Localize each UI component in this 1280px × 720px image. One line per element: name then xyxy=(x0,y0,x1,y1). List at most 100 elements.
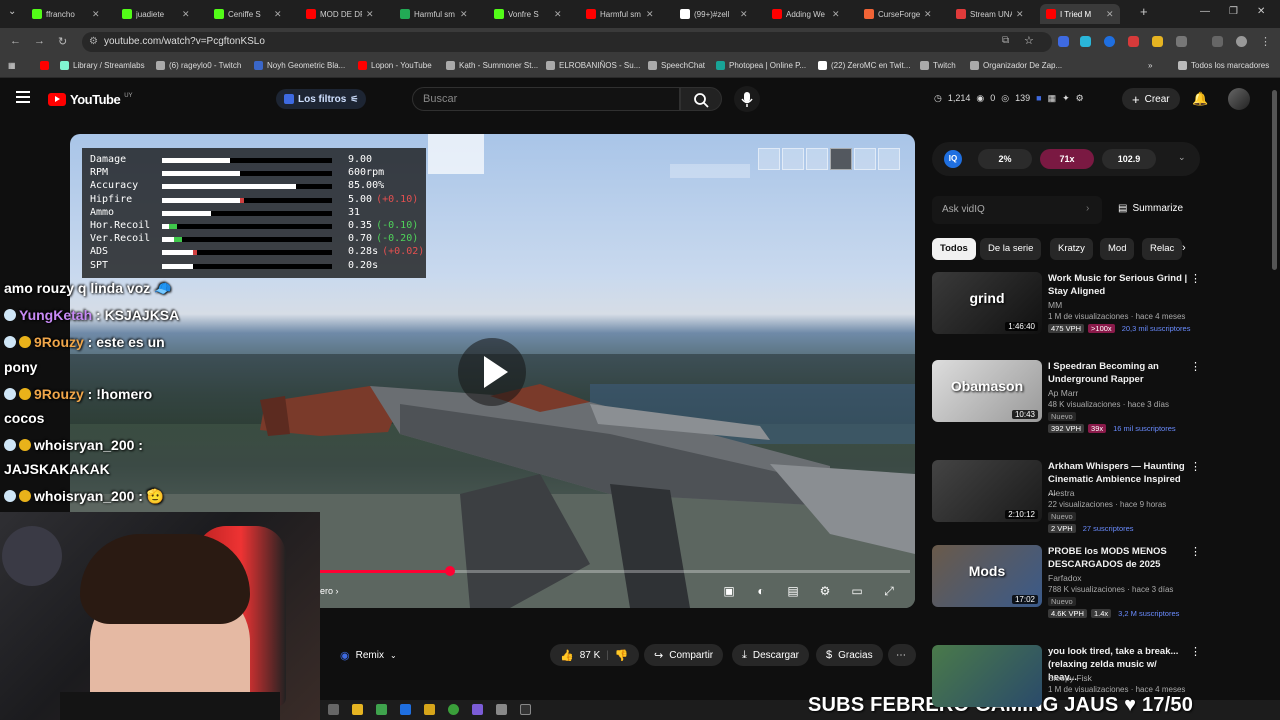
install-icon[interactable]: ⧉ xyxy=(1002,35,1009,46)
bookmark-item[interactable]: (22) ZeroMC en Twit... xyxy=(818,61,910,70)
notifications-bell-icon[interactable]: 🔔 xyxy=(1192,91,1208,107)
chevron-right-icon[interactable]: › xyxy=(1086,203,1089,214)
chevron-right-icon[interactable]: › xyxy=(1182,242,1186,254)
video-thumbnail[interactable]: 2:10:12 xyxy=(932,460,1042,522)
sidebar-toggle-icon[interactable] xyxy=(1212,36,1223,47)
like-button[interactable]: 👍 87 K | 👎 xyxy=(550,644,639,666)
recommended-video[interactable]: you look tired, take a break... (relaxin… xyxy=(932,645,1202,720)
bookmark-item[interactable]: Twitch xyxy=(920,61,956,70)
bookmark-item[interactable]: Photopea | Online P... xyxy=(716,61,806,70)
taskbar-icon[interactable] xyxy=(424,704,435,715)
extension-icon[interactable] xyxy=(1128,36,1139,47)
tab-search-icon[interactable]: ⌄ xyxy=(8,6,16,17)
progress-scrubber[interactable] xyxy=(445,566,455,576)
download-button[interactable]: ⤓ Descargar xyxy=(732,644,810,666)
extension-icon[interactable] xyxy=(1080,36,1091,47)
channel-name[interactable]: MM xyxy=(1048,300,1062,310)
filter-chip[interactable]: De la serie xyxy=(980,238,1042,260)
browser-tab[interactable]: Stream UNA ✕ xyxy=(950,4,1030,24)
subtitles-icon[interactable]: ▤ xyxy=(784,584,802,598)
close-tab-icon[interactable]: ✕ xyxy=(460,9,468,20)
taskbar-icon[interactable] xyxy=(400,704,411,715)
search-input[interactable]: Buscar xyxy=(412,87,680,111)
browser-tab[interactable]: MOD DE DR ✕ xyxy=(300,4,380,24)
bookmark-star-icon[interactable]: ☆ xyxy=(1024,34,1034,47)
vidiq-icon[interactable]: ■ xyxy=(1036,93,1041,104)
channel-name[interactable]: Alestra xyxy=(1048,488,1074,498)
more-actions-button[interactable]: ⋯ xyxy=(888,644,916,666)
all-bookmarks-folder[interactable]: Todos los marcadores xyxy=(1178,61,1269,70)
ask-vidiq-input[interactable]: Ask vidIQ › xyxy=(932,196,1102,224)
taskbar-icon[interactable] xyxy=(376,704,387,715)
summarize-button[interactable]: ▤ Summarize xyxy=(1118,203,1183,214)
channel-name[interactable]: Ap Marr xyxy=(1048,388,1078,398)
close-tab-icon[interactable]: ✕ xyxy=(1106,9,1114,20)
extension-icon[interactable] xyxy=(1058,36,1069,47)
more-options-icon[interactable]: ⋮ xyxy=(1190,360,1201,373)
thanks-button[interactable]: $ Gracias xyxy=(816,644,883,666)
vidiq-vph[interactable]: 102.9 xyxy=(1102,149,1156,169)
filter-chip[interactable]: Mod xyxy=(1100,238,1135,260)
browser-tab[interactable]: Adding We ✕ xyxy=(766,4,846,24)
create-button[interactable]: + Crear xyxy=(1122,88,1180,110)
bookmark-item[interactable]: Noyh Geometric Bla... xyxy=(254,61,345,70)
share-button[interactable]: ↪ Compartir xyxy=(644,644,724,666)
close-tab-icon[interactable]: ✕ xyxy=(740,9,748,20)
back-icon[interactable]: ← xyxy=(10,35,21,47)
video-title[interactable]: I Speedran Becoming an Underground Rappe… xyxy=(1048,360,1188,386)
vidiq-logo-icon[interactable]: IQ xyxy=(944,150,962,168)
filters-button[interactable]: Los filtros ⚟ xyxy=(276,89,367,109)
video-thumbnail[interactable]: Obamason 10:43 xyxy=(932,360,1042,422)
browser-tab[interactable]: (99+)#zell ✕ xyxy=(674,4,754,24)
more-bookmarks-icon[interactable]: » xyxy=(1148,61,1152,70)
miniplayer-icon[interactable]: ▭ xyxy=(848,584,866,598)
progress-bar[interactable] xyxy=(320,566,910,576)
browser-tab[interactable]: Vonfre S ✕ xyxy=(488,4,568,24)
browser-tab[interactable]: Harmful sm ✕ xyxy=(580,4,660,24)
thumbs-down-icon[interactable]: 👎 xyxy=(615,649,629,662)
remix-button[interactable]: ◉ Remix ⌄ xyxy=(330,644,407,666)
recommended-video[interactable]: Obamason 10:43 I Speedran Becoming an Unde… xyxy=(932,360,1202,446)
recommended-video[interactable]: Mods 17:02 PROBE los MODS MENOS DESCARGADO… xyxy=(932,545,1202,631)
close-tab-icon[interactable]: ✕ xyxy=(366,9,374,20)
video-title[interactable]: Work Music for Serious Grind | Stay Alig… xyxy=(1048,272,1188,298)
close-tab-icon[interactable]: ✕ xyxy=(182,9,190,20)
omnibox[interactable]: ⚙ youtube.com/watch?v=PcgftonKSLo ⧉ ☆ xyxy=(82,32,1052,52)
close-tab-icon[interactable]: ✕ xyxy=(554,9,562,20)
profile-icon[interactable] xyxy=(1236,36,1247,47)
more-options-icon[interactable]: ⋮ xyxy=(1190,545,1201,558)
extension-icon[interactable] xyxy=(1104,36,1115,47)
bookmark-item[interactable]: SpeechChat xyxy=(648,61,705,70)
voice-search-button[interactable] xyxy=(734,86,760,112)
autoplay-toggle-icon[interactable]: ◐ xyxy=(752,584,770,598)
bookmark-item[interactable]: ELROBANIÑOS - Su... xyxy=(546,61,640,70)
account-avatar[interactable] xyxy=(1228,88,1250,110)
close-tab-icon[interactable]: ✕ xyxy=(1016,9,1024,20)
bookmark-item[interactable]: Organizador De Zap... xyxy=(970,61,1062,70)
restore-icon[interactable]: ❐ xyxy=(1229,6,1238,17)
filter-chip[interactable]: Relac xyxy=(1142,238,1183,260)
extensions-puzzle-icon[interactable] xyxy=(1176,36,1187,47)
taskbar-icon[interactable] xyxy=(328,704,339,715)
grid-icon[interactable]: ▦ xyxy=(1048,93,1057,104)
play-button-icon[interactable] xyxy=(458,338,526,406)
browser-tab[interactable]: juadiete ✕ xyxy=(116,4,196,24)
youtube-bookmark-icon[interactable] xyxy=(40,61,49,70)
search-button[interactable] xyxy=(680,87,722,111)
new-tab-icon[interactable]: + xyxy=(1140,4,1148,19)
bookmark-item[interactable]: Library / Streamlabs xyxy=(60,61,145,70)
bookmark-item[interactable]: Lopon - YouTube xyxy=(358,61,432,70)
close-tab-icon[interactable]: ✕ xyxy=(274,9,282,20)
channel-name[interactable]: Sleepy Fisk xyxy=(1048,673,1092,683)
close-tab-icon[interactable]: ✕ xyxy=(832,9,840,20)
hamburger-menu-icon[interactable] xyxy=(16,91,30,103)
taskbar-icon[interactable] xyxy=(520,704,531,715)
fullscreen-icon[interactable]: ⤢ xyxy=(880,584,898,598)
vidiq-player-icon[interactable]: ▣ xyxy=(720,584,738,598)
site-info-icon[interactable]: ⚙ xyxy=(89,36,98,47)
bookmark-item[interactable]: Kạth - Summoner St... xyxy=(446,61,538,70)
settings-icon[interactable]: ⚙ xyxy=(1076,93,1084,104)
vidiq-outlier-score[interactable]: 71x xyxy=(1040,149,1094,169)
more-options-icon[interactable]: ⋮ xyxy=(1190,272,1201,285)
close-tab-icon[interactable]: ✕ xyxy=(92,9,100,20)
